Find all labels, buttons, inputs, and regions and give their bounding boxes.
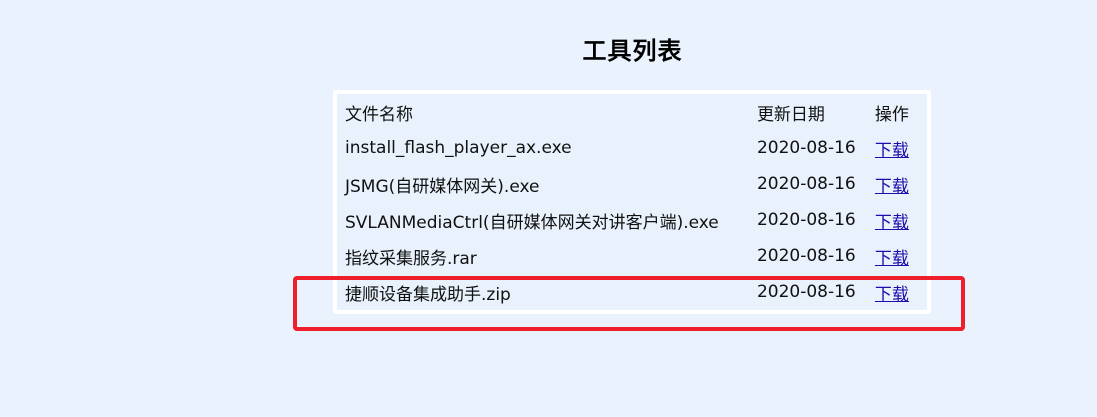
- action-cell: 下载: [875, 130, 927, 166]
- tool-table-card: 文件名称 更新日期 操作 install_flash_player_ax.exe…: [333, 90, 931, 314]
- download-link[interactable]: 下载: [875, 285, 909, 305]
- action-cell: 下载: [875, 238, 927, 274]
- tool-table: 文件名称 更新日期 操作 install_flash_player_ax.exe…: [337, 94, 927, 310]
- update-date-cell: 2020-08-16: [756, 174, 856, 194]
- header-file-name: 文件名称: [345, 104, 413, 125]
- header-action: 操作: [874, 104, 909, 125]
- file-name-cell: 指纹采集服务.rar: [345, 248, 477, 269]
- table-row: SVLANMediaCtrl(自研媒体网关对讲客户端).exe 2020-08-…: [337, 202, 927, 238]
- update-date-cell: 2020-08-16: [756, 246, 856, 266]
- file-name-cell: JSMG(自研媒体网关).exe: [345, 176, 540, 197]
- update-date-cell: 2020-08-16: [756, 282, 856, 302]
- update-date-cell: 2020-08-16: [756, 138, 856, 158]
- table-row: 指纹采集服务.rar 2020-08-16 下载: [337, 238, 927, 274]
- action-cell: 下载: [875, 202, 927, 238]
- table-row: JSMG(自研媒体网关).exe 2020-08-16 下载: [337, 166, 927, 202]
- file-name-cell: install_flash_player_ax.exe: [345, 138, 572, 158]
- download-link[interactable]: 下载: [875, 213, 909, 233]
- file-name-cell: 捷顺设备集成助手.zip: [345, 284, 511, 305]
- table-header-row: 文件名称 更新日期 操作: [337, 94, 927, 130]
- table-row: 捷顺设备集成助手.zip 2020-08-16 下载: [337, 274, 927, 310]
- download-link[interactable]: 下载: [875, 141, 909, 161]
- table-row: install_flash_player_ax.exe 2020-08-16 下…: [337, 130, 927, 166]
- file-name-cell: SVLANMediaCtrl(自研媒体网关对讲客户端).exe: [345, 212, 719, 233]
- page-title: 工具列表: [582, 37, 683, 65]
- action-cell: 下载: [875, 274, 927, 310]
- download-link[interactable]: 下载: [875, 249, 909, 269]
- action-cell: 下载: [875, 166, 927, 202]
- update-date-cell: 2020-08-16: [756, 210, 856, 230]
- download-link[interactable]: 下载: [875, 177, 909, 197]
- header-update-date: 更新日期: [756, 104, 825, 125]
